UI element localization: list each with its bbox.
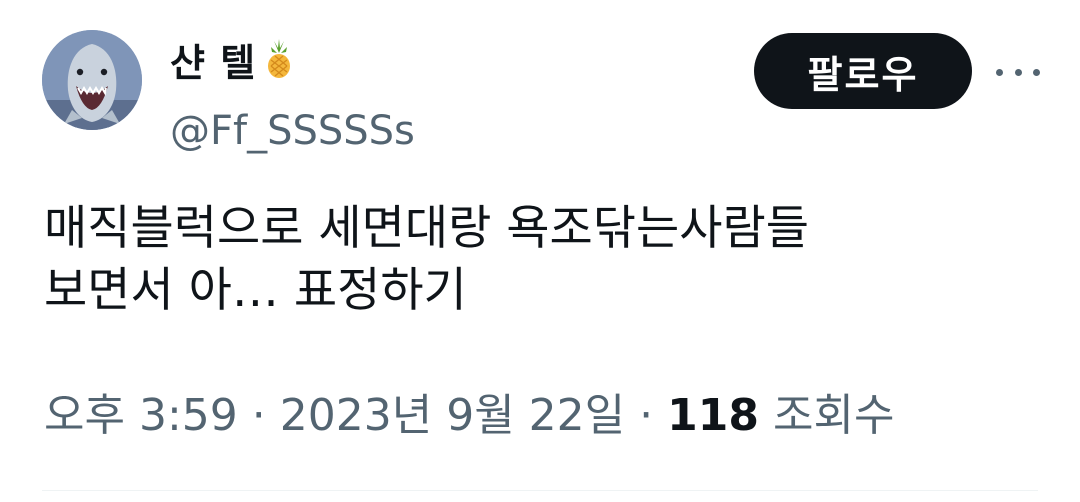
more-dot xyxy=(996,68,1003,76)
divider xyxy=(42,490,1038,491)
tweet-card: 샨 텔 @Ff_SSSSSs 팔로우 매직블럭으로 세면대랑 욕조닦는사람들 보… xyxy=(0,0,1080,502)
tweet-meta: 오후 3:59 · 2023년 9월 22일 · 118 조회수 xyxy=(44,386,894,446)
more-dot xyxy=(1014,68,1022,76)
more-options-icon[interactable] xyxy=(996,52,1040,92)
meta-separator: · xyxy=(639,390,654,441)
meta-separator: · xyxy=(251,390,266,441)
tweet-text-line-1: 매직블럭으로 세면대랑 욕조닦는사람들 xyxy=(44,201,809,256)
display-name-text: 샨 텔 xyxy=(170,40,257,85)
more-dot xyxy=(1033,68,1040,76)
display-name[interactable]: 샨 텔 xyxy=(170,34,296,85)
tweet-time[interactable]: 오후 3:59 xyxy=(44,390,238,441)
follow-button[interactable]: 팔로우 xyxy=(754,33,972,109)
shark-avatar-image xyxy=(42,30,142,130)
views-count: 118 xyxy=(667,390,759,441)
views-label: 조회수 xyxy=(773,390,895,441)
pineapple-icon xyxy=(262,38,296,88)
tweet-text-line-2: 보면서 아… 표정하기 xyxy=(44,263,467,318)
tweet-date[interactable]: 2023년 9월 22일 xyxy=(280,390,625,441)
avatar[interactable] xyxy=(42,30,142,130)
handle[interactable]: @Ff_SSSSSs xyxy=(170,106,415,156)
tweet-text: 매직블럭으로 세면대랑 욕조닦는사람들 보면서 아… 표정하기 xyxy=(44,198,1044,322)
